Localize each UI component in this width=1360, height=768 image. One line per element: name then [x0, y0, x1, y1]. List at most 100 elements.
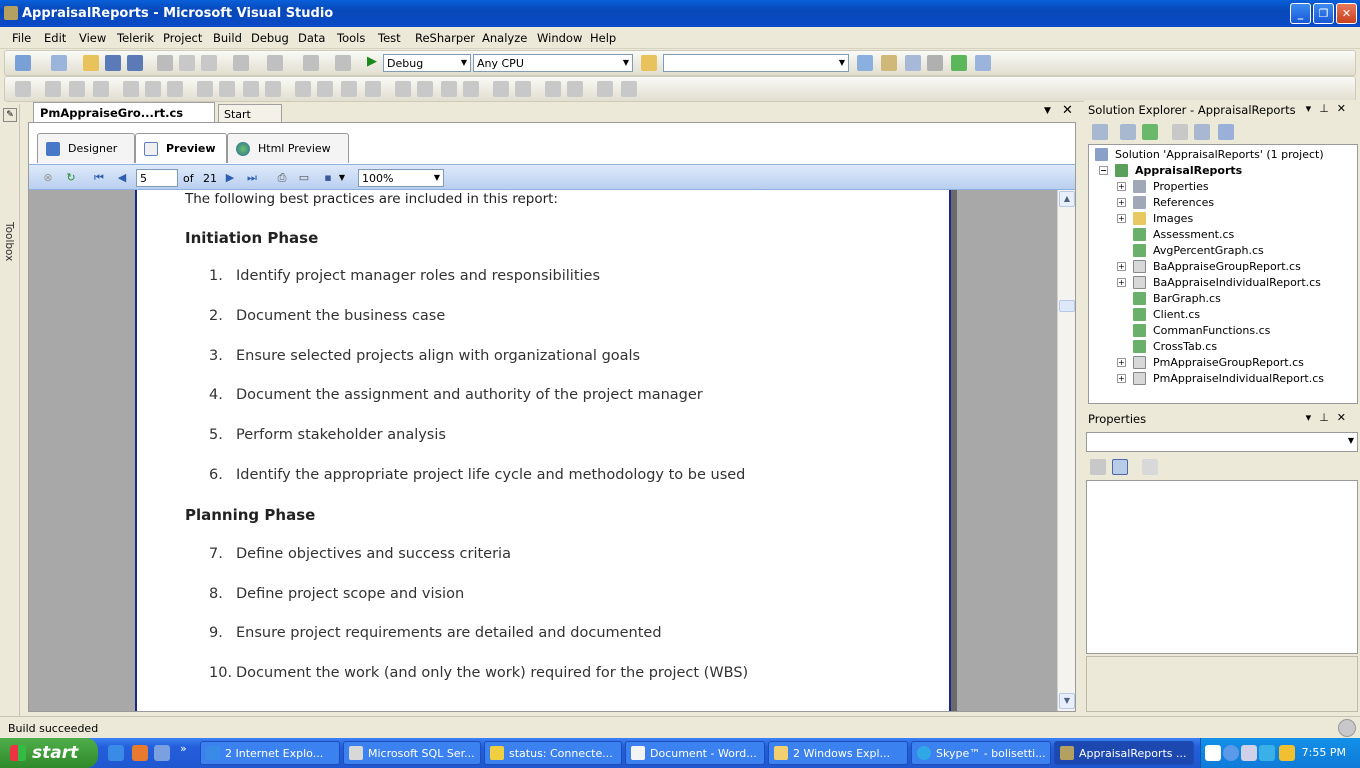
tab-designer[interactable]: Designer [37, 133, 135, 163]
align-to-grid-icon[interactable] [15, 81, 31, 97]
property-pages-icon[interactable] [1142, 459, 1158, 475]
network-icon[interactable] [1241, 745, 1257, 761]
make-same-width-icon[interactable] [197, 81, 213, 97]
scroll-thumb[interactable] [1059, 300, 1075, 312]
panel-controls[interactable]: ▾⊥✕ [1306, 411, 1354, 424]
send-to-back-icon[interactable] [567, 81, 583, 97]
increase-spacing-icon[interactable] [317, 81, 333, 97]
task-status[interactable]: status: Connecte... [484, 741, 622, 765]
object-browser-icon[interactable] [905, 55, 921, 71]
quicklaunch-icon[interactable] [154, 745, 170, 761]
size-to-grid-icon[interactable] [243, 81, 259, 97]
solution-config-combo[interactable]: Debug ▼ [383, 54, 471, 72]
expand-icon[interactable]: + [1117, 262, 1126, 271]
redo-icon[interactable] [267, 55, 283, 71]
quicklaunch-more-icon[interactable]: » [180, 742, 187, 755]
minimize-button[interactable]: _ [1290, 3, 1311, 24]
decrease-vspacing-icon[interactable] [441, 81, 457, 97]
refresh-icon[interactable] [1142, 124, 1158, 140]
tab-order-icon[interactable] [597, 81, 613, 97]
view-code-icon[interactable] [1172, 124, 1188, 140]
platform-combo[interactable]: Any CPU ▼ [473, 54, 633, 72]
help-icon[interactable] [1205, 745, 1221, 761]
pin-icon[interactable]: ✎ [3, 108, 17, 122]
start-page-icon[interactable] [951, 55, 967, 71]
collapse-icon[interactable]: − [1099, 166, 1108, 175]
view-designer-icon[interactable] [1194, 124, 1210, 140]
menu-tools[interactable]: Tools [337, 31, 365, 45]
open-icon[interactable] [83, 55, 99, 71]
copy-icon[interactable] [179, 55, 195, 71]
vertical-spacing-icon[interactable] [395, 81, 411, 97]
toolbox-strip[interactable]: ✎ Toolbox [0, 104, 20, 716]
tab-preview[interactable]: Preview [135, 133, 227, 163]
expand-icon[interactable]: + [1117, 278, 1126, 287]
lock-controls-icon[interactable] [621, 81, 637, 97]
menu-edit[interactable]: Edit [44, 31, 66, 45]
menu-view[interactable]: View [79, 31, 106, 45]
next-page-icon[interactable]: ▶ [223, 171, 237, 185]
bring-to-front-icon[interactable] [545, 81, 561, 97]
add-item-icon[interactable] [51, 55, 67, 71]
toolbox-label[interactable]: Toolbox [3, 222, 15, 261]
increase-vspacing-icon[interactable] [417, 81, 433, 97]
stop-icon[interactable]: ⊗ [41, 171, 55, 185]
task-word[interactable]: Document - Word... [625, 741, 765, 765]
other-windows-icon[interactable] [975, 55, 991, 71]
categorized-icon[interactable] [1090, 459, 1106, 475]
horizontal-spacing-icon[interactable] [295, 81, 311, 97]
scroll-up-icon[interactable]: ▲ [1059, 191, 1075, 207]
expand-icon[interactable]: + [1117, 374, 1126, 383]
report-vertical-scrollbar[interactable]: ▲ ▼ [1057, 190, 1075, 711]
navigate-back-icon[interactable] [303, 55, 319, 71]
menu-resharper[interactable]: ReSharper [415, 31, 475, 45]
align-rights-icon[interactable] [93, 81, 109, 97]
tab-start-page[interactable]: Start Page [218, 104, 282, 134]
properties-object-combo[interactable]: ▼ [1086, 432, 1358, 452]
last-page-icon[interactable]: ⏭ [245, 171, 259, 185]
menu-debug[interactable]: Debug [251, 31, 289, 45]
skype-tray-icon[interactable] [1259, 745, 1275, 761]
properties-grid[interactable] [1086, 480, 1358, 654]
make-same-size-icon[interactable] [265, 81, 281, 97]
page-setup-icon[interactable]: ▭ [297, 171, 311, 185]
ie-icon[interactable] [108, 745, 124, 761]
current-page-input[interactable]: 5 [136, 169, 178, 187]
menu-window[interactable]: Window [537, 31, 582, 45]
first-page-icon[interactable]: ⏮ [92, 171, 106, 185]
expand-icon[interactable]: + [1117, 358, 1126, 367]
cut-icon[interactable] [157, 55, 173, 71]
tab-report-design[interactable]: PmAppraiseGro...rt.cs [Design] [33, 102, 215, 134]
menu-file[interactable]: File [12, 31, 31, 45]
undo-icon[interactable] [233, 55, 249, 71]
view-class-diagram-icon[interactable] [1218, 124, 1234, 140]
properties-window-icon[interactable] [881, 55, 897, 71]
task-visual-studio[interactable]: AppraisalReports ... [1054, 741, 1194, 765]
task-sql-server[interactable]: Microsoft SQL Ser... [343, 741, 481, 765]
find-in-files-icon[interactable] [641, 55, 657, 71]
decrease-spacing-icon[interactable] [341, 81, 357, 97]
print-icon[interactable]: ⎙ [275, 171, 289, 185]
menu-build[interactable]: Build [213, 31, 242, 45]
menu-project[interactable]: Project [163, 31, 202, 45]
tray-collapse-icon[interactable] [1223, 745, 1239, 761]
navigate-forward-icon[interactable] [335, 55, 351, 71]
menu-help[interactable]: Help [590, 31, 616, 45]
refresh-icon[interactable]: ↻ [64, 171, 78, 185]
close-document-icon[interactable]: ✕ [1062, 103, 1073, 118]
remove-vspacing-icon[interactable] [463, 81, 479, 97]
close-button[interactable]: ✕ [1336, 3, 1357, 24]
find-combo[interactable]: ▼ [663, 54, 849, 72]
paste-icon[interactable] [201, 55, 217, 71]
align-bottoms-icon[interactable] [167, 81, 183, 97]
menu-telerik[interactable]: Telerik [117, 31, 154, 45]
make-same-height-icon[interactable] [219, 81, 235, 97]
alphabetical-icon[interactable] [1112, 459, 1128, 475]
show-all-files-icon[interactable] [1120, 124, 1136, 140]
save-all-icon[interactable] [127, 55, 143, 71]
maximize-button[interactable]: ❐ [1313, 3, 1334, 24]
active-files-dropdown-icon[interactable]: ▼ [1044, 106, 1051, 116]
center-vertically-icon[interactable] [515, 81, 531, 97]
expand-icon[interactable]: + [1117, 214, 1126, 223]
menu-analyze[interactable]: Analyze [482, 31, 527, 45]
